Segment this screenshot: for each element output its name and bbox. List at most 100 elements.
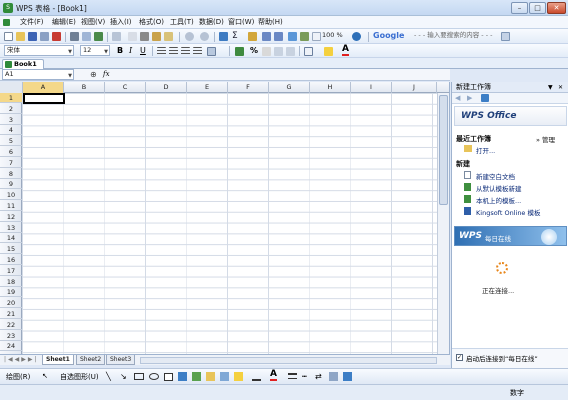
menu-tools[interactable]: 工具(T) (170, 17, 194, 27)
tab-book1[interactable]: Book1 (2, 59, 44, 69)
line-color-icon[interactable] (252, 372, 261, 381)
sheet-tab-sheet2[interactable]: Sheet2 (76, 355, 106, 365)
column-header[interactable]: H (310, 82, 351, 93)
font-family-select[interactable]: 宋体 ▼ (4, 45, 74, 56)
autosum-icon[interactable]: Σ (232, 32, 241, 41)
format-painter-icon[interactable] (164, 32, 173, 41)
select-objects-icon[interactable]: ↖ (42, 372, 48, 380)
traditional-simplified-icon[interactable] (112, 32, 121, 41)
from-default-template-link[interactable]: 从默认模板新建 (476, 183, 522, 193)
line-icon[interactable]: ╲ (106, 372, 111, 381)
row-header[interactable]: 17 (0, 266, 22, 276)
clipart-icon[interactable] (206, 372, 215, 381)
justify-icon[interactable] (193, 47, 202, 56)
row-header[interactable]: 13 (0, 223, 22, 233)
column-header[interactable]: F (228, 82, 269, 93)
row-header[interactable]: 2 (0, 104, 22, 114)
scrollbar-thumb[interactable] (439, 95, 448, 205)
align-right-icon[interactable] (181, 47, 190, 56)
currency-icon[interactable] (235, 47, 244, 56)
forward-icon[interactable]: ▶ (467, 94, 472, 102)
rectangle-icon[interactable] (134, 373, 144, 380)
name-box[interactable]: A1 ▼ (2, 69, 74, 80)
bold-button[interactable]: B (117, 46, 123, 55)
minimize-button[interactable]: – (511, 2, 528, 14)
3d-icon[interactable] (343, 372, 352, 381)
fill-color-icon[interactable] (324, 47, 333, 56)
hyperlink-icon[interactable] (219, 32, 228, 41)
increase-decimal-icon[interactable] (274, 47, 283, 56)
row-header[interactable]: 20 (0, 298, 22, 309)
menu-file[interactable]: 文件(F) (20, 17, 44, 27)
startup-checkbox[interactable]: ✓ (456, 354, 463, 361)
help-icon[interactable] (352, 32, 361, 41)
menu-insert[interactable]: 插入(I) (110, 17, 132, 27)
shadow-icon[interactable] (329, 372, 338, 381)
italic-button[interactable]: I (129, 46, 132, 55)
arrow-icon[interactable]: ↘ (120, 372, 127, 381)
row-header[interactable]: 11 (0, 201, 22, 211)
align-left-icon[interactable] (157, 47, 166, 56)
column-header[interactable]: C (105, 82, 146, 93)
row-header[interactable]: 18 (0, 277, 22, 287)
sheet-tab-sheet3[interactable]: Sheet3 (106, 355, 136, 365)
print-preview-icon[interactable] (82, 32, 91, 41)
local-template-link[interactable]: 本机上的模板... (476, 195, 521, 205)
sheet-nav-arrows-icon[interactable]: |◀◀▶▶| (4, 356, 39, 363)
row-header[interactable]: 1 (0, 93, 22, 103)
draw-menu-button[interactable]: 绘图(R) (6, 372, 30, 382)
menu-help[interactable]: 帮助(H) (258, 17, 283, 27)
menu-view[interactable]: 视图(V) (81, 17, 105, 27)
font-size-select[interactable]: 12 ▼ (80, 45, 110, 56)
column-header[interactable]: E (187, 82, 228, 93)
paste-icon[interactable] (152, 32, 161, 41)
maximize-button[interactable]: □ (529, 2, 546, 14)
home-icon[interactable] (481, 94, 489, 102)
undo-icon[interactable] (185, 32, 194, 41)
menu-window[interactable]: 窗口(W) (228, 17, 254, 27)
sort-desc-icon[interactable] (274, 32, 283, 41)
export-pdf-icon[interactable] (52, 32, 61, 41)
arrow-style-icon[interactable]: ⇄ (315, 372, 322, 381)
textbox-icon[interactable] (164, 373, 173, 381)
row-header[interactable]: 24 (0, 341, 22, 352)
column-header[interactable]: J (392, 82, 437, 93)
merge-center-icon[interactable] (207, 47, 216, 56)
sheet-tab-sheet1[interactable]: Sheet1 (42, 355, 74, 365)
row-header[interactable]: 14 (0, 233, 22, 244)
pane-close-icon[interactable]: ✕ (558, 82, 563, 93)
ellipse-icon[interactable] (149, 373, 159, 380)
underline-button[interactable]: U (140, 46, 146, 55)
column-header[interactable]: G (269, 82, 310, 93)
row-header[interactable]: 6 (0, 147, 22, 157)
horizontal-scrollbar[interactable] (140, 357, 437, 364)
align-center-icon[interactable] (169, 47, 178, 56)
search-input[interactable]: - - - 输入要搜索的内容 - - - (412, 31, 498, 42)
new-icon[interactable] (4, 32, 13, 41)
row-header[interactable]: 22 (0, 320, 22, 330)
row-header[interactable]: 3 (0, 115, 22, 125)
cell-area[interactable] (22, 93, 437, 354)
insert-function-button[interactable]: fx (103, 70, 110, 78)
spellcheck-icon[interactable] (94, 32, 103, 41)
pane-menu-icon[interactable]: ▼ (548, 82, 553, 93)
column-header[interactable]: I (351, 82, 392, 93)
copy-icon[interactable] (128, 32, 137, 41)
comma-style-icon[interactable] (262, 47, 271, 56)
column-header[interactable]: A (23, 82, 64, 93)
diagram-icon[interactable] (192, 372, 201, 381)
menu-format[interactable]: 格式(O) (139, 17, 164, 27)
new-blank-link[interactable]: 新建空白文档 (476, 171, 515, 181)
row-header[interactable]: 23 (0, 331, 22, 341)
row-header[interactable]: 16 (0, 255, 22, 265)
font-color-icon[interactable]: A (342, 45, 349, 56)
row-header[interactable]: 7 (0, 158, 22, 168)
row-header[interactable]: 15 (0, 244, 22, 255)
percent-button[interactable]: % (250, 46, 258, 55)
menu-data[interactable]: 数据(D) (199, 17, 224, 27)
redo-icon[interactable] (200, 32, 209, 41)
line-style-icon[interactable] (288, 373, 297, 379)
sort-asc-icon[interactable] (262, 32, 271, 41)
formula-input[interactable] (116, 69, 449, 80)
print-icon[interactable] (70, 32, 79, 41)
